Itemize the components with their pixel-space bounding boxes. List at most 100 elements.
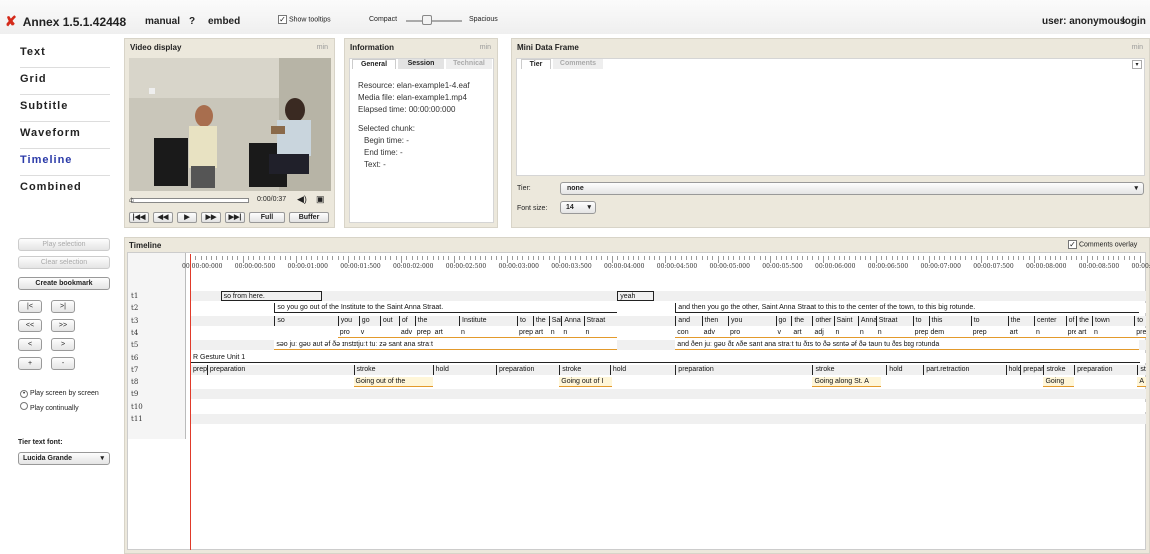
fullscreen-icon[interactable]: ▣ — [316, 194, 325, 205]
nav-subtitle[interactable]: Subtitle — [20, 100, 110, 112]
tier-row-t4[interactable]: pro v adv prep art n prep art n n n con adv pro v art ad… — [190, 327, 1146, 338]
video-buffer-button[interactable]: Buffer — [289, 212, 329, 223]
annotation-segment[interactable]: go — [358, 315, 380, 326]
annotation-segment[interactable]: preparation — [1074, 364, 1137, 375]
annotation-segment[interactable]: stroke — [559, 364, 610, 375]
annotation-segment[interactable]: art — [532, 327, 549, 338]
annotation-segment[interactable]: pro — [728, 327, 776, 338]
playhead[interactable] — [190, 254, 191, 550]
annotation-segment[interactable]: stroke — [1043, 364, 1074, 375]
embed-link[interactable]: embed — [208, 16, 240, 27]
zoom-in-button[interactable]: + — [18, 357, 42, 370]
tab-general[interactable]: General — [352, 59, 396, 69]
annotation-segment[interactable]: to — [912, 315, 929, 326]
annotation-segment[interactable]: stroke — [1137, 364, 1146, 375]
annotation-segment[interactable]: stroke — [353, 364, 433, 375]
annotation-segment[interactable]: to — [970, 315, 1008, 326]
annotation-segment[interactable]: Going out of I — [559, 377, 612, 388]
annotation-segment[interactable]: hold — [886, 364, 923, 375]
step-back-button[interactable]: < — [18, 338, 42, 351]
annotation-segment[interactable]: adv — [398, 327, 415, 338]
information-min-button[interactable]: min — [480, 44, 491, 51]
tier-row-t5[interactable]: səo juː gəʊ aʊt əf ðə ɪnstɪtjuːt tuː zə … — [190, 340, 1146, 351]
tab-session[interactable]: Session — [398, 59, 444, 69]
tier-font-select[interactable]: Lucida Grande ▾ — [18, 452, 110, 465]
annotation-segment[interactable]: prep — [970, 327, 1008, 338]
annotation-segment[interactable]: v — [358, 327, 399, 338]
tier-row-t2[interactable]: so you go out of the Institute to the Sa… — [190, 303, 1146, 314]
rewind-fast-button[interactable]: << — [18, 319, 42, 332]
annotation-segment[interactable]: and ðen juː gəʊ ðɪ ʌðe sant ana straːt t… — [675, 340, 1140, 351]
annotation-segment[interactable]: n — [1034, 327, 1066, 338]
annotation-segment[interactable]: the — [414, 315, 459, 326]
video-full-button[interactable]: Full — [249, 212, 285, 223]
zoom-out-button[interactable]: - — [51, 357, 75, 370]
annotation-segment[interactable]: center — [1034, 315, 1066, 326]
go-to-start-button[interactable]: |< — [18, 300, 42, 313]
tab-technical[interactable]: Technical — [446, 59, 492, 69]
annotation-segment[interactable]: yeah — [617, 291, 655, 301]
annotation-segment[interactable]: the — [532, 315, 549, 326]
video-forward-button[interactable]: ▶▶ — [201, 212, 221, 223]
annotation-segment[interactable]: dem — [928, 327, 971, 338]
annotation-segment[interactable]: n — [459, 327, 518, 338]
annotation-segment[interactable]: so you go out of the Institute to the Sa… — [274, 303, 618, 314]
annotation-segment[interactable]: hold — [1005, 364, 1020, 375]
video-last-button[interactable]: ▶▶| — [225, 212, 245, 223]
annotation-segment[interactable]: to — [1134, 315, 1146, 326]
video-progress-bar[interactable] — [131, 198, 249, 203]
annotation-segment[interactable]: prep — [1134, 327, 1146, 338]
show-tooltips-toggle[interactable]: ✓ Show tooltips — [278, 15, 331, 24]
annotation-segment[interactable]: Anna — [857, 315, 876, 326]
video-frame[interactable] — [129, 58, 331, 191]
tier-row-t1[interactable]: so from here. yeah — [190, 291, 1146, 301]
annotation-segment[interactable]: Institute — [459, 315, 517, 326]
tier-row-t6[interactable]: R Gesture Unit 1 — [190, 352, 1146, 363]
tier-select[interactable]: none ▾ — [560, 182, 1144, 195]
annotation-segment[interactable]: town — [1092, 315, 1134, 326]
video-play-button[interactable]: ▶ — [177, 212, 197, 223]
comments-overlay-toggle[interactable]: ✓ Comments overlay — [1068, 240, 1137, 249]
annotation-segment[interactable]: n — [875, 327, 913, 338]
create-bookmark-button[interactable]: Create bookmark — [18, 277, 110, 290]
annotation-segment[interactable]: n — [833, 327, 858, 338]
annotation-segment[interactable]: Saint — [548, 315, 561, 326]
annotation-segment[interactable]: other — [812, 315, 833, 326]
clear-selection-button[interactable]: Clear selection — [18, 256, 110, 269]
annotation-segment[interactable]: of — [1065, 315, 1077, 326]
nav-combined[interactable]: Combined — [20, 181, 110, 193]
mini-data-menu-icon[interactable]: ▾ — [1132, 60, 1142, 69]
tier-row-t3[interactable]: soyougooutoftheInstitutetotheSaintAnnaSt… — [190, 315, 1146, 326]
annotation-segment[interactable]: the — [1007, 315, 1034, 326]
annotation-segment[interactable]: art — [1076, 327, 1092, 338]
annotation-segment[interactable]: hold — [609, 364, 675, 375]
login-link[interactable]: login — [1122, 16, 1146, 27]
density-slider-handle[interactable] — [422, 15, 432, 25]
annotation-segment[interactable]: n — [857, 327, 876, 338]
annotation-segment[interactable]: so — [274, 315, 337, 326]
mini-data-min-button[interactable]: min — [1132, 44, 1143, 51]
annotation-segment[interactable]: so from here. — [220, 291, 322, 301]
nav-grid[interactable]: Grid — [20, 73, 110, 85]
annotation-segment[interactable]: adj — [812, 327, 834, 338]
tab-tier[interactable]: Tier — [521, 59, 551, 69]
annotation-segment[interactable]: Straat — [875, 315, 913, 326]
annotation-segment[interactable]: Going along St. A — [812, 377, 881, 388]
radio-unselected-icon[interactable] — [20, 402, 28, 410]
annotation-segment[interactable]: the — [791, 315, 812, 326]
annotation-segment[interactable]: to — [517, 315, 533, 326]
play-continually-option[interactable]: Play continually — [20, 402, 79, 412]
progress-knob-icon[interactable]: ⌂ — [129, 195, 134, 204]
tier-row-t7[interactable]: preparationpreparationstrokeholdpreparat… — [190, 364, 1146, 375]
annotation-segment[interactable]: art — [1007, 327, 1034, 338]
annotation-segment[interactable]: part.retraction — [923, 364, 1005, 375]
tier-row-t10[interactable] — [190, 401, 1146, 412]
comments-overlay-checkbox[interactable]: ✓ — [1068, 240, 1077, 249]
tier-row-t11[interactable] — [190, 414, 1146, 424]
annotation-segment[interactable]: prep — [1065, 327, 1077, 338]
annotation-segment[interactable]: Going — [1043, 377, 1075, 388]
annotation-segment[interactable]: and then you go the other, Saint Anna St… — [675, 303, 1140, 314]
annotation-segment[interactable]: you — [728, 315, 775, 326]
video-min-button[interactable]: min — [317, 44, 328, 51]
go-to-end-button[interactable]: >| — [51, 300, 75, 313]
